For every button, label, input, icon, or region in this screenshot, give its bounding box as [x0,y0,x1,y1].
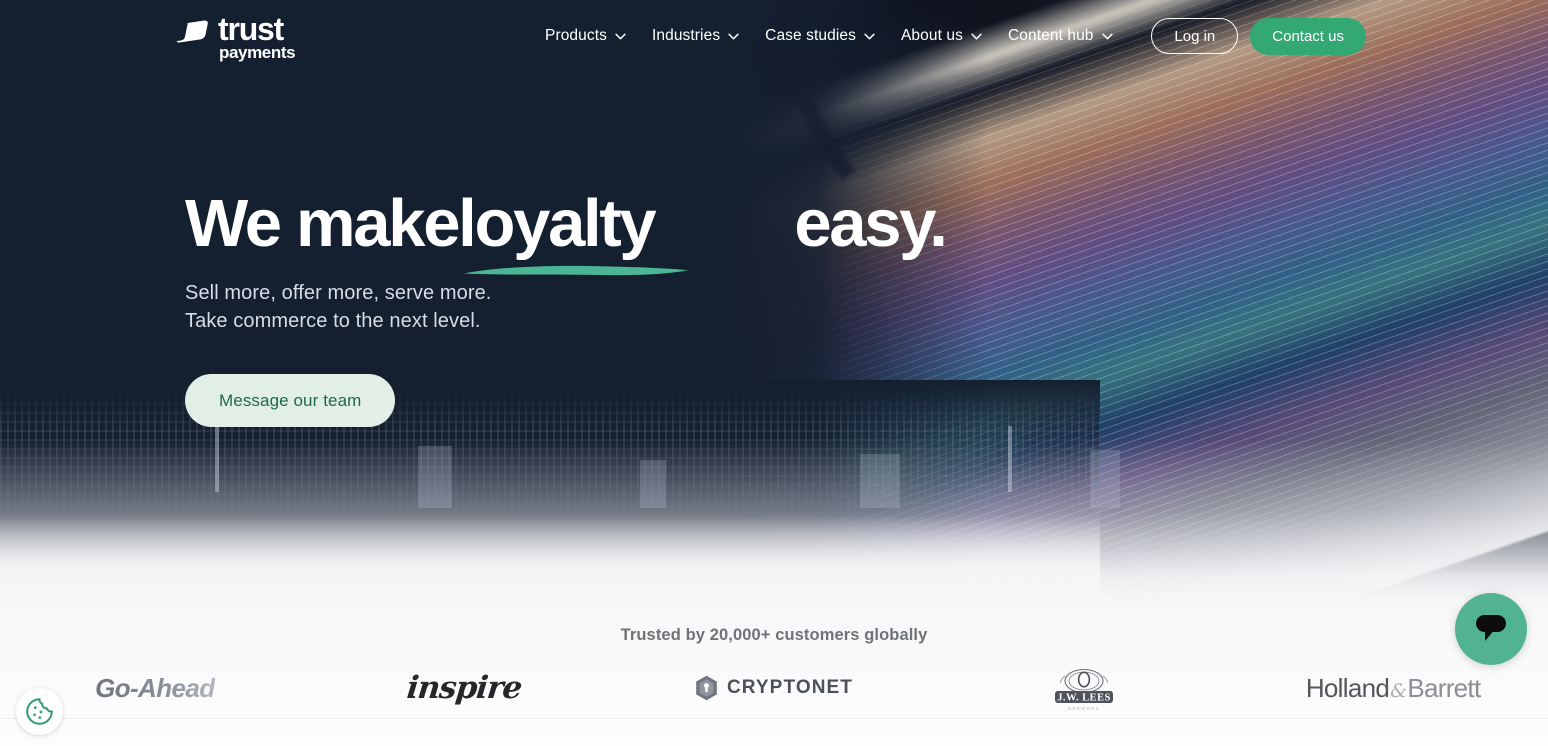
cryptonet-logo-text: CRYPTONET [726,677,853,698]
login-button[interactable]: Log in [1151,18,1239,54]
nav-label: Content hub [1007,27,1094,44]
customer-logo-jw-lees: J.W. LEES BREWERS [929,664,1239,712]
hero-subheading: Sell more, offer more, serve more. Take … [185,279,946,335]
hero-subheading-line-1: Sell more, offer more, serve more. [185,282,492,304]
brand-logo-text: trust payments [218,11,296,62]
brand-logo-primary: trust [218,11,284,47]
customer-logo-cryptonet: CRYPTONET [619,675,929,701]
hero-section: trust payments Products Industries Case … [0,0,1548,600]
skyline-tower [1008,426,1012,492]
primary-navigation: Products Industries Case studies About u… [545,0,1113,72]
nav-item-about-us[interactable]: About us [901,27,982,45]
contact-us-button[interactable]: Contact us [1250,17,1366,55]
cookie-icon [26,698,53,725]
brand-logo-secondary: payments [219,43,296,62]
customer-logo-row: Go-Ahead inspire CRYPTONET J.W. LEES BRE… [0,658,1548,718]
trusted-by-section: Trusted by 20,000+ customers globally Go… [0,600,1548,746]
brand-logo[interactable]: trust payments [171,11,296,62]
chat-bubble-icon [1476,615,1506,641]
holland-barrett-ampersand: & [1390,679,1407,702]
skyline-building [1090,450,1120,508]
trusted-by-title: Trusted by 20,000+ customers globally [620,626,928,644]
chat-widget-button[interactable] [1455,593,1527,665]
skyline-building [418,446,452,508]
holland-barrett-logo-text-b: Barrett [1407,672,1481,703]
nav-item-industries[interactable]: Industries [652,27,739,45]
customer-logo-holland-barrett: Holland & Barrett [1238,673,1548,704]
chevron-down-icon [615,33,626,39]
skyline-building [860,454,900,508]
chevron-down-icon [1101,33,1113,39]
chevron-down-icon [971,33,982,39]
jw-lees-logo-sub: BREWERS [1068,706,1100,711]
hero-headline-highlight: loyalty [458,186,689,276]
message-our-team-button[interactable]: Message our team [185,374,396,427]
customer-logo-inspire: inspire [310,670,620,706]
hero-headline-part1: We make [185,186,460,261]
site-header: trust payments Products Industries Case … [0,0,1548,72]
chevron-down-icon [728,33,739,39]
nav-label: Industries [651,27,721,44]
jw-lees-crest-icon: J.W. LEES BREWERS [1054,668,1113,711]
bottom-divider [0,718,1548,719]
nav-item-products[interactable]: Products [545,27,626,45]
nav-item-case-studies[interactable]: Case studies [765,27,875,45]
nav-label: Case studies [765,27,856,44]
go-ahead-logo-text: Go-Ahead [95,672,215,703]
cookie-settings-button[interactable] [16,688,63,735]
hero-copy: We make loyalty easy. Sell more, offer mo… [185,186,948,427]
nav-label: Products [545,27,607,44]
skyline-building [640,460,666,508]
brush-underline-icon [464,265,689,276]
header-actions: Log in Contact us [1151,0,1366,72]
holland-barrett-logo-text-a: Holland [1305,672,1390,703]
jw-lees-logo-text: J.W. LEES [1057,692,1111,703]
hero-headline: We make loyalty easy. [185,186,948,276]
hex-shield-icon [696,675,717,701]
inspire-logo-text: inspire [405,670,524,706]
hero-headline-part2: easy. [794,186,948,261]
chevron-down-icon [864,33,875,39]
nav-label: About us [900,27,963,44]
hero-headline-highlight-text: loyalty [458,186,656,261]
trust-payments-card-mark-icon [171,19,211,45]
page-root: trust payments Products Industries Case … [0,0,1548,746]
hero-subheading-line-2: Take commerce to the next level. [185,310,481,332]
nav-item-content-hub[interactable]: Content hub [1008,27,1113,45]
